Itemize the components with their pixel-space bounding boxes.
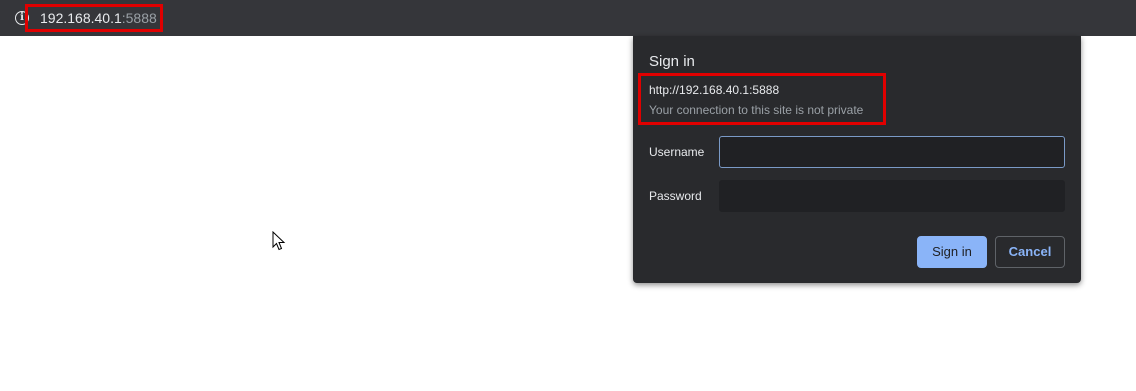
password-field[interactable] xyxy=(719,180,1065,212)
username-label: Username xyxy=(649,145,705,159)
browser-page: i 192.168.40.1:5888 Sign in http://192.1… xyxy=(0,0,1136,391)
origin-highlight-box xyxy=(638,73,886,125)
browser-toolbar: i 192.168.40.1:5888 xyxy=(0,0,1136,36)
sign-in-dialog: Sign in http://192.168.40.1:5888 Your co… xyxy=(633,36,1081,283)
username-field[interactable] xyxy=(719,136,1065,168)
password-label: Password xyxy=(649,189,702,203)
dialog-title: Sign in xyxy=(649,53,695,70)
url-highlight-box xyxy=(25,4,163,32)
mouse-cursor-icon xyxy=(272,231,286,251)
omnibox[interactable]: i 192.168.40.1:5888 xyxy=(0,0,1136,36)
sign-in-button[interactable]: Sign in xyxy=(917,236,987,268)
cancel-button[interactable]: Cancel xyxy=(995,236,1065,268)
